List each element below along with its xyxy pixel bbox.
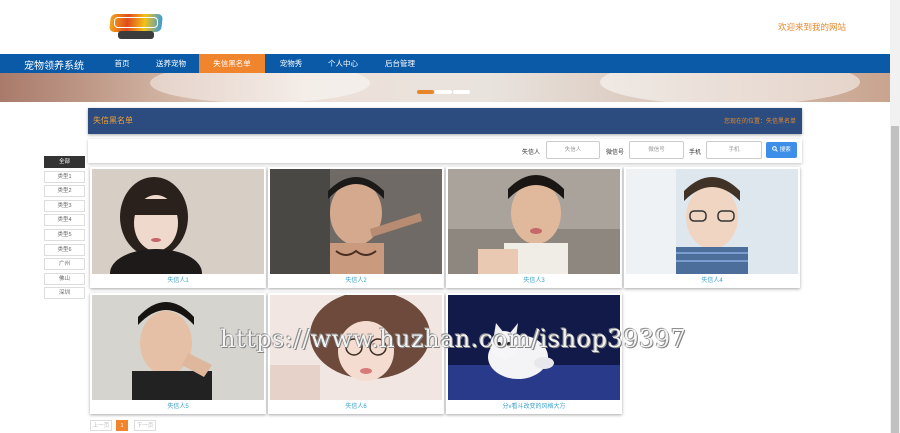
nav-item-home[interactable]: 首页 <box>106 54 138 73</box>
wechat-input[interactable]: 微信号 <box>629 141 684 159</box>
sidebar-item-all[interactable]: 全部 <box>44 156 85 168</box>
nav-item-pet-show[interactable]: 宠物秀 <box>270 54 312 73</box>
card-photo[interactable] <box>626 169 798 274</box>
sidebar-item-shenzhen[interactable]: 深圳 <box>44 287 85 300</box>
site-header: 欢迎来到我的网站 <box>0 0 890 54</box>
carousel-dot[interactable] <box>417 90 434 94</box>
card-caption[interactable]: 失信人2 <box>268 275 444 284</box>
search-button[interactable]: 搜索 <box>766 142 797 158</box>
sidebar-item-type4[interactable]: 类型4 <box>44 214 85 227</box>
wechat-label: 微信号 <box>606 150 625 156</box>
nav-item-blacklist[interactable]: 失信黑名单 <box>199 54 265 73</box>
sidebar-item-type5[interactable]: 类型5 <box>44 228 85 241</box>
sidebar-item-type2[interactable]: 类型2 <box>44 185 85 198</box>
name-input[interactable]: 失信人 <box>546 141 600 159</box>
sidebar-item-type3[interactable]: 类型3 <box>44 199 85 212</box>
blacklist-card[interactable]: 失信人4 <box>624 167 800 288</box>
card-caption[interactable]: 失信人4 <box>624 275 800 284</box>
card-caption[interactable]: 失信人1 <box>90 275 266 284</box>
blacklist-card[interactable]: 失信人3 <box>446 167 622 288</box>
nav-item-admin[interactable]: 后台管理 <box>375 54 425 73</box>
carousel-indicators <box>417 89 471 96</box>
next-page-button[interactable]: 下一页 <box>134 420 156 431</box>
card-caption[interactable]: 失信人5 <box>90 401 266 410</box>
site-logo[interactable] <box>109 14 163 40</box>
sidebar-item-type6[interactable]: 类型6 <box>44 243 85 256</box>
carousel-dot[interactable] <box>453 90 470 94</box>
phone-label: 手机 <box>689 150 702 156</box>
search-bar: 失信人 失信人 微信号 微信号 手机 手机 搜索 <box>88 139 802 163</box>
main-nav: 宠物领养系统 首页 送养宠物 失信黑名单 宠物秀 个人中心 后台管理 <box>0 54 890 73</box>
search-icon <box>772 146 778 152</box>
nav-item-adopt-out[interactable]: 送养宠物 <box>148 54 194 73</box>
watermark-text: https://www.huzhan.com/ishop39397 <box>220 325 687 353</box>
card-caption[interactable]: 失信人3 <box>446 275 622 284</box>
card-caption[interactable]: 失信人6 <box>268 401 444 410</box>
search-button-label: 搜索 <box>779 147 791 153</box>
carousel-dot[interactable] <box>435 90 452 94</box>
page-number-button[interactable]: 1 <box>116 420 128 431</box>
brand-title: 宠物领养系统 <box>24 61 84 72</box>
page-scrollbar[interactable] <box>890 0 900 433</box>
sidebar-item-type1[interactable]: 类型1 <box>44 170 85 183</box>
section-header: 失信黑名单 您现在的位置：失信黑名单 <box>88 108 802 134</box>
card-photo[interactable] <box>92 169 264 274</box>
blacklist-card[interactable]: 失信人2 <box>268 167 444 288</box>
card-photo[interactable] <box>270 169 442 274</box>
blacklist-card[interactable]: 失信人1 <box>90 167 266 288</box>
scrollbar-thumb[interactable] <box>891 126 899 433</box>
sidebar-item-foshan[interactable]: 佛山 <box>44 272 85 285</box>
prev-page-button[interactable]: 上一页 <box>90 420 112 431</box>
blacklist-card[interactable]: 失信人6 <box>268 293 444 414</box>
section-title: 失信黑名单 <box>93 116 133 125</box>
category-sidebar: 全部 类型1 类型2 类型3 类型4 类型5 类型6 广州 佛山 深圳 <box>44 156 85 302</box>
blacklist-card[interactable]: 分v看斗改变的风格大方 <box>446 293 622 414</box>
card-photo[interactable] <box>448 169 620 274</box>
name-label: 失信人 <box>522 150 541 156</box>
blacklist-card[interactable]: 失信人5 <box>90 293 266 414</box>
banner-carousel <box>0 73 890 102</box>
breadcrumb: 您现在的位置：失信黑名单 <box>723 119 796 125</box>
nav-item-profile[interactable]: 个人中心 <box>318 54 368 73</box>
welcome-text: 欢迎来到我的网站 <box>777 22 846 32</box>
sidebar-item-guangzhou[interactable]: 广州 <box>44 258 85 271</box>
card-caption[interactable]: 分v看斗改变的风格大方 <box>446 401 622 410</box>
phone-input[interactable]: 手机 <box>706 141 762 159</box>
